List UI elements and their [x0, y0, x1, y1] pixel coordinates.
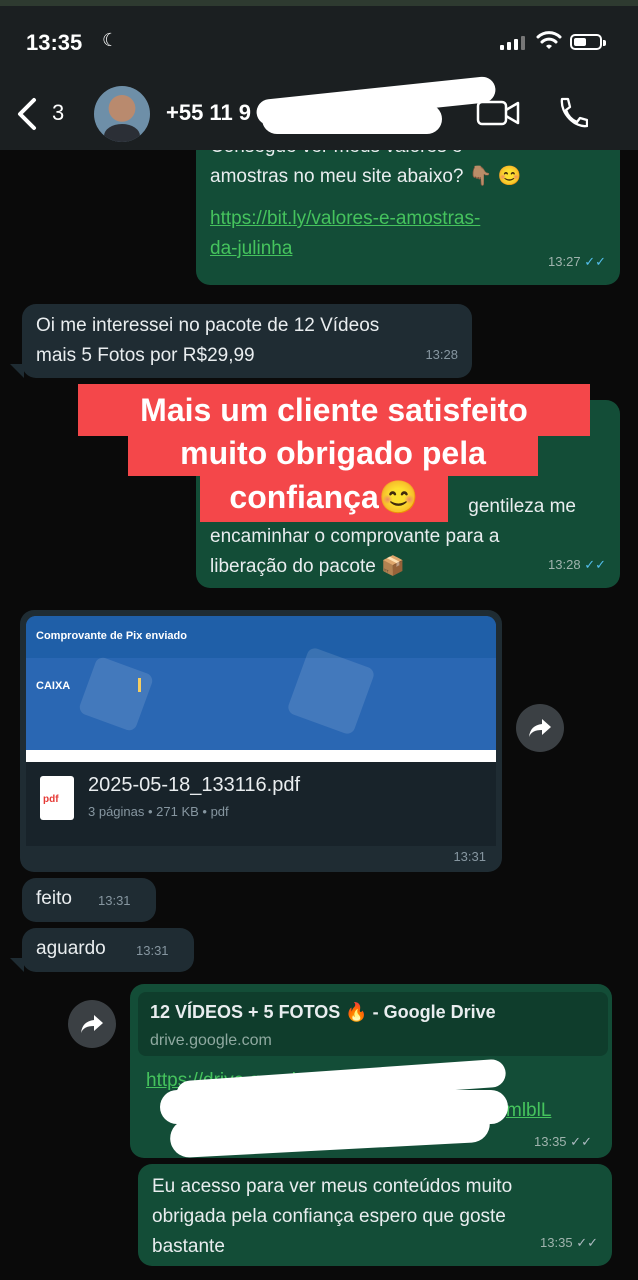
back-chevron-icon[interactable]	[14, 96, 40, 132]
read-ticks-icon: ✓✓	[584, 557, 606, 572]
avatar[interactable]	[94, 86, 150, 142]
pdf-file-icon: pdf	[40, 776, 74, 820]
document-message[interactable]: Comprovante de Pix enviado CAIXA pdf 202…	[20, 610, 502, 872]
moon-icon: ☾	[102, 30, 119, 50]
chat-screen: 13:35 ☾ 3 +55 11 9 Consegue ver meus val…	[0, 0, 638, 1280]
delivered-ticks-icon: ✓✓	[570, 1134, 592, 1149]
forward-button[interactable]	[516, 704, 564, 752]
forward-icon	[529, 719, 551, 737]
document-meta: 3 páginas • 271 KB • pdf	[88, 804, 229, 819]
message-incoming[interactable]: Oi me interessei no pacote de 12 Vídeos …	[22, 304, 472, 378]
document-preview-title: Comprovante de Pix enviado	[36, 630, 187, 642]
chat-header: 13:35 ☾ 3 +55 11 9	[0, 0, 638, 150]
message-text: feito	[36, 888, 72, 909]
message-link[interactable]: https://bit.ly/valores-e-amostras-	[210, 204, 606, 234]
message-text: bastante	[152, 1236, 225, 1257]
message-text: encaminhar o comprovante para a	[210, 526, 500, 547]
message-time: 13:35 ✓✓	[540, 1235, 598, 1250]
bubble-tail	[10, 958, 24, 972]
forward-button[interactable]	[68, 1000, 116, 1048]
overlay-caption-line: Mais um cliente satisfeito	[78, 384, 590, 436]
battery-icon	[570, 34, 606, 50]
status-time: 13:35	[26, 30, 83, 55]
message-incoming[interactable]: feito 13:31	[22, 878, 156, 922]
message-time: 13:31	[98, 893, 131, 908]
message-text: obrigada pela confiança espero que goste	[152, 1206, 506, 1227]
message-text: mais 5 Fotos por R$29,99	[36, 345, 255, 366]
bubble-tail	[606, 270, 620, 284]
document-filename: 2025-05-18_133116.pdf	[88, 774, 301, 796]
contact-number[interactable]: +55 11 9	[166, 100, 251, 126]
bubble-tail	[10, 364, 24, 378]
document-preview[interactable]: Comprovante de Pix enviado CAIXA	[26, 616, 496, 762]
message-text: amostras no meu site abaixo? 👇🏽 😊	[210, 166, 522, 187]
message-incoming[interactable]: aguardo 13:31	[22, 928, 194, 972]
phone-call-icon[interactable]	[556, 96, 588, 130]
message-text: Oi me interessei no pacote de 12 Vídeos	[36, 315, 380, 336]
back-unread-count[interactable]: 3	[52, 100, 64, 126]
message-time: 13:31	[136, 943, 169, 958]
link-preview-card[interactable]: 12 VÍDEOS + 5 FOTOS 🔥 - Google Drive dri…	[138, 992, 608, 1056]
overlay-caption-line: muito obrigado pela	[128, 430, 538, 476]
message-text: liberação do pacote 📦	[210, 556, 405, 577]
redaction-scribble	[262, 104, 442, 134]
bank-logo: CAIXA	[36, 680, 71, 692]
message-outgoing[interactable]: Eu acesso para ver meus conteúdos muito …	[138, 1164, 612, 1266]
message-text: Eu acesso para ver meus conteúdos muito	[152, 1176, 513, 1197]
link-preview-domain: drive.google.com	[150, 1032, 272, 1049]
message-time: 13:27 ✓✓	[548, 254, 606, 269]
signal-icon	[500, 36, 525, 50]
top-strip	[0, 0, 638, 6]
wifi-icon	[536, 31, 562, 49]
message-time: 13:35 ✓✓	[534, 1134, 592, 1149]
delivered-ticks-icon: ✓✓	[576, 1235, 598, 1250]
message-text: aguardo	[36, 938, 106, 959]
read-ticks-icon: ✓✓	[584, 254, 606, 269]
message-time: 13:28 ✓✓	[548, 557, 606, 572]
video-call-icon[interactable]	[476, 98, 520, 128]
forward-icon	[81, 1015, 103, 1033]
message-time: 13:28	[425, 347, 458, 362]
link-preview-title: 12 VÍDEOS + 5 FOTOS 🔥 - Google Drive	[150, 1002, 496, 1022]
overlay-caption-line: confiança😊	[200, 472, 448, 522]
message-link[interactable]: da-julinha	[210, 234, 606, 264]
document-info[interactable]: pdf 2025-05-18_133116.pdf 3 páginas • 27…	[26, 762, 496, 846]
message-time: 13:31	[453, 849, 486, 864]
message-link[interactable]: mlblL	[506, 1096, 551, 1126]
